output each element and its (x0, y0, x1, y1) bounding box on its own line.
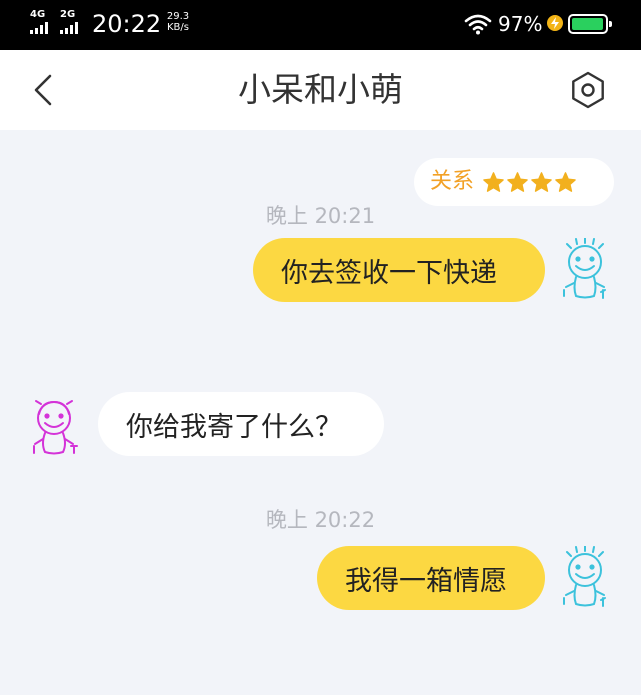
star-icon (507, 171, 528, 192)
star-icon (555, 171, 576, 192)
message-bubble-received[interactable]: 你给我寄了什么？ (98, 392, 384, 456)
gear-icon (572, 71, 604, 109)
network-speed-value: 29.3 (166, 11, 190, 22)
chat-header: 小呆和小萌 (0, 50, 641, 130)
message-text: 你去签收一下快递 (281, 257, 497, 289)
star-icon (483, 171, 504, 192)
signal-bars-icon (30, 22, 48, 34)
network-speed-unit: KB/s (167, 22, 189, 33)
message-bubble-sent[interactable]: 我得一箱情愿 (317, 546, 545, 610)
message-timestamp: 晚上 20:22 (265, 508, 376, 532)
message-timestamp: 晚上 20:21 (265, 204, 376, 228)
status-bar: 4G 2G 20:22 29.3 KB/s 97% (0, 0, 641, 50)
battery-fill (572, 18, 603, 30)
relationship-badge[interactable]: 关系 (414, 158, 614, 206)
signal-bars-icon (60, 22, 78, 34)
receiver-avatar-girl-icon[interactable] (25, 394, 83, 460)
battery-icon (568, 14, 612, 34)
settings-button[interactable] (566, 68, 610, 112)
message-text: 我得一箱情愿 (345, 565, 507, 597)
wifi-icon (464, 14, 492, 35)
battery-percent: 97% (498, 12, 543, 36)
relationship-label: 关系 (430, 169, 475, 194)
sender-avatar-boy-icon[interactable] (556, 238, 614, 304)
chat-title: 小呆和小萌 (238, 70, 403, 109)
message-text: 你给我寄了什么？ (126, 411, 342, 443)
network-speed: 29.3 KB/s (164, 11, 192, 33)
message-bubble-sent[interactable]: 你去签收一下快递 (253, 238, 545, 302)
relationship-stars (482, 171, 577, 194)
status-time: 20:22 (92, 10, 162, 38)
network-type-4g: 4G (30, 9, 46, 20)
network-type-2g: 2G (60, 9, 76, 20)
sender-avatar-boy-icon[interactable] (556, 546, 614, 612)
charging-icon (547, 15, 563, 31)
star-icon (531, 171, 552, 192)
